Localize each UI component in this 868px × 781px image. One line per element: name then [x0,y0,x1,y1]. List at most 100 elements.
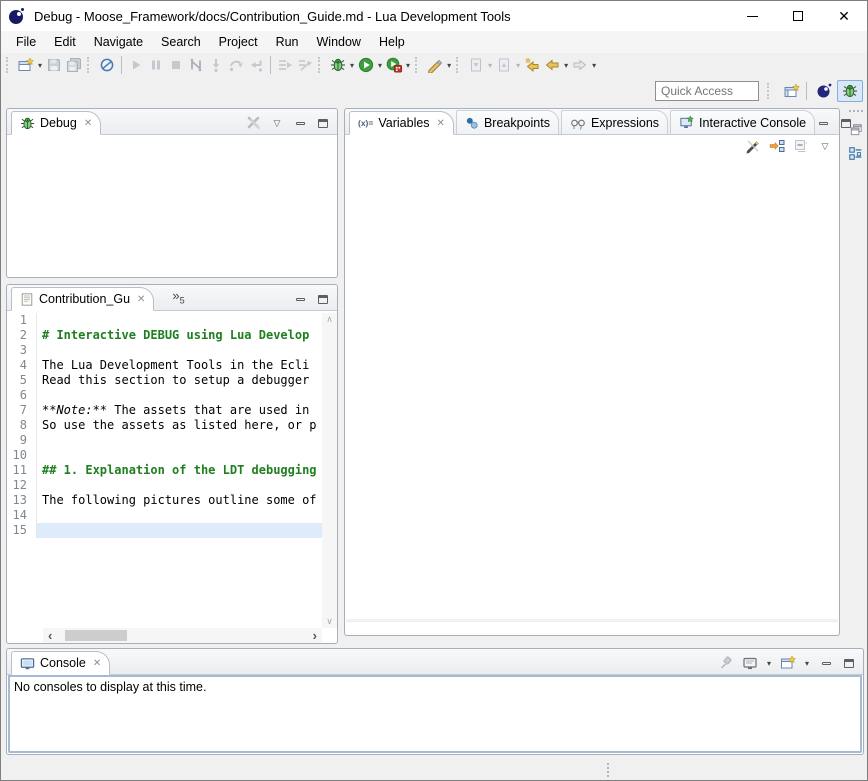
tab-variables[interactable]: (x)= Variables ✕ [349,111,454,135]
editor-content[interactable]: 1 2 # Interactive DEBUG using Lua Develo… [7,311,337,643]
skip-all-breakpoints-button[interactable] [97,54,117,76]
tab-interactive-console[interactable]: Interactive Console [670,110,815,134]
editor-horizontal-scrollbar[interactable]: ‹ › [43,628,322,643]
tab-close-icon[interactable]: ✕ [91,658,101,669]
show-logical-structures-button[interactable] [769,139,785,153]
view-menu-button[interactable]: ▽ [817,139,833,153]
line-number[interactable]: 12 [7,478,37,493]
window-close-button[interactable]: ✕ [821,1,867,31]
maximize-view-button[interactable] [315,116,331,130]
line-number[interactable]: 3 [7,343,37,358]
external-tools-button[interactable] [425,54,445,76]
scroll-right-icon[interactable]: › [308,629,322,642]
maximize-view-button[interactable] [315,292,331,306]
menu-item-file[interactable]: File [7,32,45,52]
scroll-up-icon[interactable]: ∧ [326,315,333,324]
next-annotation-button[interactable] [466,54,486,76]
use-step-filters-button[interactable] [295,54,315,76]
outline-view-button[interactable] [848,146,864,160]
menu-item-project[interactable]: Project [210,32,267,52]
menu-item-search[interactable]: Search [152,32,210,52]
line-number[interactable]: 7 [7,403,37,418]
tab-expressions[interactable]: xy Expressions [561,110,668,134]
run-dropdown[interactable]: ▾ [376,61,384,70]
last-edit-location-button[interactable] [522,54,542,76]
line-number[interactable]: 2 [7,328,37,343]
minimize-view-button[interactable] [292,116,308,130]
open-perspective-button[interactable] [782,80,802,102]
line-number[interactable]: 1 [7,313,37,328]
scroll-down-icon[interactable]: ∨ [326,617,333,626]
new-wizard-dropdown[interactable]: ▾ [36,61,44,70]
statusbar-drag-handle[interactable] [607,763,609,777]
lua-perspective-button[interactable] [811,80,837,102]
new-wizard-button[interactable] [16,54,36,76]
debug-perspective-button[interactable] [837,80,863,102]
line-number[interactable]: 9 [7,433,37,448]
back-button[interactable] [542,54,562,76]
more-editors-chevron[interactable]: »5 [172,288,184,306]
step-over-button[interactable] [226,54,246,76]
code-area[interactable]: 1 2 # Interactive DEBUG using Lua Develo… [7,313,322,628]
line-number[interactable]: 15 [7,523,37,538]
scroll-left-icon[interactable]: ‹ [43,629,57,642]
minimize-view-button[interactable] [815,116,831,130]
line-number[interactable]: 4 [7,358,37,373]
coverage-dropdown[interactable]: ▾ [404,61,412,70]
save-all-button[interactable] [64,54,84,76]
coverage-button[interactable] [384,54,404,76]
quick-access-input[interactable] [655,81,759,101]
line-number[interactable]: 6 [7,388,37,403]
minimize-view-button[interactable] [292,292,308,306]
toolbar-drag-handle[interactable] [6,57,13,73]
forward-dropdown[interactable]: ▾ [590,61,598,70]
debug-dropdown[interactable]: ▾ [348,61,356,70]
view-menu-button[interactable]: ▽ [269,116,285,130]
open-console-button[interactable] [780,656,796,670]
restore-view-button[interactable] [848,122,864,136]
tab-close-icon[interactable]: ✕ [435,118,445,129]
tab-debug[interactable]: Debug ✕ [11,111,101,135]
menu-item-window[interactable]: Window [308,32,370,52]
debug-button[interactable] [328,54,348,76]
show-execution-point-button[interactable] [275,54,295,76]
line-number[interactable]: 14 [7,508,37,523]
line-number[interactable]: 10 [7,448,37,463]
tab-console[interactable]: Console ✕ [11,651,110,675]
collapse-all-button[interactable] [793,139,809,153]
back-dropdown[interactable]: ▾ [562,61,570,70]
previous-annotation-dropdown[interactable]: ▾ [514,61,522,70]
external-tools-dropdown[interactable]: ▾ [445,61,453,70]
menu-item-navigate[interactable]: Navigate [85,32,152,52]
run-button[interactable] [356,54,376,76]
menu-item-help[interactable]: Help [370,32,414,52]
minimize-view-button[interactable] [818,656,834,670]
tab-breakpoints[interactable]: Breakpoints [456,110,559,134]
terminate-button[interactable] [166,54,186,76]
resume-button[interactable] [126,54,146,76]
disconnect-button[interactable] [186,54,206,76]
next-annotation-dropdown[interactable]: ▾ [486,61,494,70]
maximize-view-button[interactable] [841,656,857,670]
forward-button[interactable] [570,54,590,76]
save-button[interactable] [44,54,64,76]
previous-annotation-button[interactable] [494,54,514,76]
line-number[interactable]: 5 [7,373,37,388]
editor-vertical-scrollbar[interactable]: ∧ ∨ [322,313,337,628]
open-console-dropdown[interactable]: ▾ [803,659,811,668]
window-minimize-button[interactable] [729,1,775,31]
pin-console-button[interactable] [719,656,735,670]
display-console-dropdown[interactable]: ▾ [765,659,773,668]
tab-close-icon[interactable]: ✕ [82,118,92,129]
tab-contribution-guide[interactable]: Contribution_Gu ✕ [11,287,154,311]
line-number[interactable]: 8 [7,418,37,433]
variables-content[interactable] [346,135,838,634]
debug-view-content[interactable] [7,135,337,277]
step-return-button[interactable] [246,54,266,76]
menu-item-edit[interactable]: Edit [45,32,85,52]
variables-horizontal-scrollbar[interactable] [346,621,838,634]
line-number[interactable]: 13 [7,493,37,508]
line-number[interactable]: 11 [7,463,37,478]
scrollbar-thumb[interactable] [65,630,127,641]
show-type-names-button[interactable] [745,139,761,153]
